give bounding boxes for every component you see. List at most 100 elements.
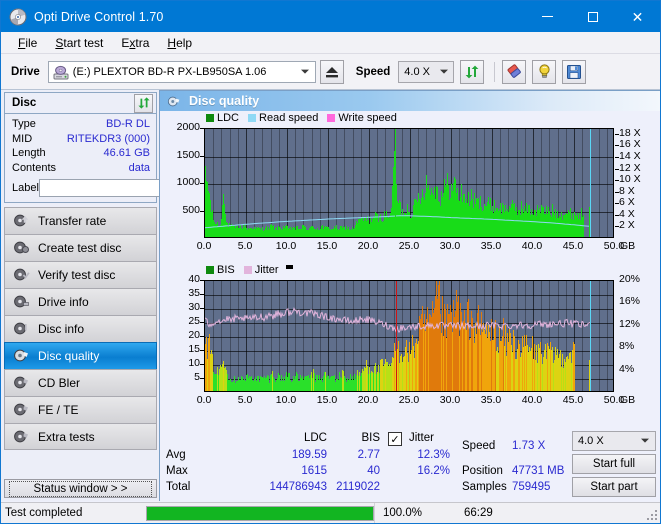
bis-jitter-chart-ytick-left: 25 <box>188 315 200 327</box>
stats-total-ldc: 144786943 <box>269 481 327 493</box>
window-title: Opti Drive Control 1.70 <box>34 9 164 24</box>
eject-button[interactable] <box>319 59 344 84</box>
bis-jitter-chart-ytick-right: 16% <box>619 295 641 308</box>
save-button[interactable] <box>562 59 587 84</box>
bis-jitter-chart-ytick-left: 30 <box>188 301 200 313</box>
bis-jitter-chart-ytick-left: 20 <box>188 329 200 341</box>
app-window: Opti Drive Control 1.70 ✕ File Start tes… <box>0 0 661 524</box>
ldc-chart-x-unit: GB <box>620 240 636 252</box>
bis-jitter-chart-ytick-right: 8% <box>619 340 635 353</box>
bis-jitter-chart-ytick-left: 5 <box>194 371 200 383</box>
position-label: Position <box>462 465 503 477</box>
ldc-chart-ytick-right: 10 X <box>619 173 641 186</box>
sidebar-item-cd-bler[interactable]: CD Bler <box>4 369 157 396</box>
sidebar-item-extra-tests-label: Extra tests <box>38 429 95 444</box>
ldc-chart-legend-item-1: Read speed <box>248 112 318 124</box>
sidebar-item-fe-te[interactable]: FE / TE <box>4 396 157 423</box>
ldc-chart-line-series <box>205 215 590 229</box>
disc-row-mid: MID RITEKDR3 (000) <box>12 132 150 147</box>
chevron-down-icon <box>300 69 309 74</box>
ldc-chart-xtick: 10.0 <box>275 240 297 252</box>
ldc-chart-legend-label-0: LDC <box>217 112 240 124</box>
stats-col-ldc: LDC <box>303 432 327 444</box>
start-full-button-label: Start full <box>592 458 636 470</box>
bis-jitter-chart-ytick-right: 12% <box>619 317 641 330</box>
legend-swatch-icon <box>248 114 257 122</box>
test-speed-select[interactable]: 4.0 X <box>572 431 656 451</box>
tickmark <box>615 214 619 216</box>
sidebar-item-create-test-disc[interactable]: Create test disc <box>4 234 157 261</box>
sidebar-item-transfer-rate[interactable]: Transfer rate <box>4 207 157 234</box>
sidebar-item-cd-bler-label: CD Bler <box>38 376 81 390</box>
speed-select[interactable]: 4.0 X <box>398 60 455 83</box>
maximize-button[interactable] <box>570 1 615 32</box>
chevron-down-icon <box>641 438 649 443</box>
status-message: Test completed <box>5 507 83 519</box>
app-disc-icon <box>9 8 27 26</box>
jitter-scale-marker <box>286 265 293 269</box>
disc-write-icon <box>13 240 31 256</box>
status-bar: Test completed 100.0% 66:29 <box>1 502 660 523</box>
sidebar-item-extra-tests[interactable]: Extra tests <box>4 423 157 450</box>
tickmark <box>200 294 204 295</box>
content-area: Disc quality LDC Read speed Write speed 500… <box>159 90 660 501</box>
stats-row-avg-label: Avg <box>166 449 186 461</box>
tickmark <box>615 180 619 182</box>
close-button[interactable]: ✕ <box>615 1 660 32</box>
stats-total-bis: 2119022 <box>336 481 380 493</box>
sidebar-item-drive-info[interactable]: Drive info <box>4 288 157 315</box>
bis-jitter-chart-plot-area[interactable] <box>204 280 614 392</box>
disc-label-row: Label <box>12 177 210 198</box>
refresh-button[interactable] <box>460 59 485 84</box>
jitter-checkbox[interactable]: ✓ <box>388 432 402 446</box>
status-window-button[interactable]: Status window > > <box>4 479 157 498</box>
stats-row-max-label: Max <box>166 465 188 477</box>
tickmark <box>200 280 204 281</box>
drive-icon <box>53 65 69 81</box>
ldc-chart-ytick-right: 8 X <box>619 184 635 197</box>
bulb-icon <box>539 64 550 78</box>
disc-panel-title: Disc <box>12 97 37 109</box>
bulb-button[interactable] <box>532 59 557 84</box>
disc-row-type-value: BD-R DL <box>105 118 150 131</box>
disc-info2-icon <box>13 321 31 337</box>
resize-grip[interactable] <box>647 510 658 521</box>
disc-refresh-button[interactable] <box>134 93 153 113</box>
sidebar-item-verify-test-disc[interactable]: Verify test disc <box>4 261 157 288</box>
progress-bar <box>146 505 374 521</box>
ldc-chart-ytick-left: 2000 <box>176 121 200 133</box>
sidebar-item-disc-info[interactable]: Disc info <box>4 315 157 342</box>
sidebar-item-disc-quality[interactable]: Disc quality <box>4 342 157 369</box>
ldc-chart-ytick-right: 18 X <box>619 126 641 139</box>
disc-extra-icon <box>13 429 31 445</box>
disc-panel-header: Disc <box>5 93 156 114</box>
disc-check-icon <box>13 267 31 283</box>
disc-row-length-value: 46.61 GB <box>103 147 150 160</box>
bis-jitter-chart-ytick-left: 15 <box>188 343 200 355</box>
start-part-button[interactable]: Start part <box>572 477 656 497</box>
ldc-chart-legend: LDC Read speed Write speed <box>206 112 402 124</box>
menu-start-test-rest: tart test <box>63 35 104 50</box>
stats-max-bis: 40 <box>367 465 380 477</box>
jitter-label: Jitter <box>409 432 434 444</box>
minimize-button[interactable] <box>525 1 570 32</box>
drive-select[interactable]: (E:) PLEXTOR BD-R PX-LB950SA 1.06 <box>47 60 316 83</box>
legend-swatch-icon <box>206 114 214 122</box>
menu-help[interactable]: Help <box>158 34 201 52</box>
toolbar-separator <box>494 61 496 82</box>
ldc-chart-plot-area[interactable] <box>204 128 614 238</box>
bis-jitter-chart-xtick: 30.0 <box>439 394 461 406</box>
tickmark <box>615 191 619 193</box>
disc-quality-icon <box>167 95 181 108</box>
stats-row-total-label: Total <box>166 481 191 493</box>
menu-extra[interactable]: Extra <box>112 34 158 52</box>
disc-rows: Type BD-R DL MID RITEKDR3 (000) Length 4… <box>5 114 210 202</box>
start-full-button[interactable]: Start full <box>572 454 656 474</box>
stats-avg-bis: 2.77 <box>357 449 380 461</box>
menu-file[interactable]: File <box>9 34 46 52</box>
ldc-chart-legend-item-0: LDC <box>206 112 239 124</box>
menu-start-test[interactable]: Start test <box>46 34 112 52</box>
erase-button[interactable] <box>502 59 527 84</box>
ldc-chart-ytick-right: 12 X <box>619 161 641 174</box>
speed-result-label: Speed <box>462 440 496 452</box>
